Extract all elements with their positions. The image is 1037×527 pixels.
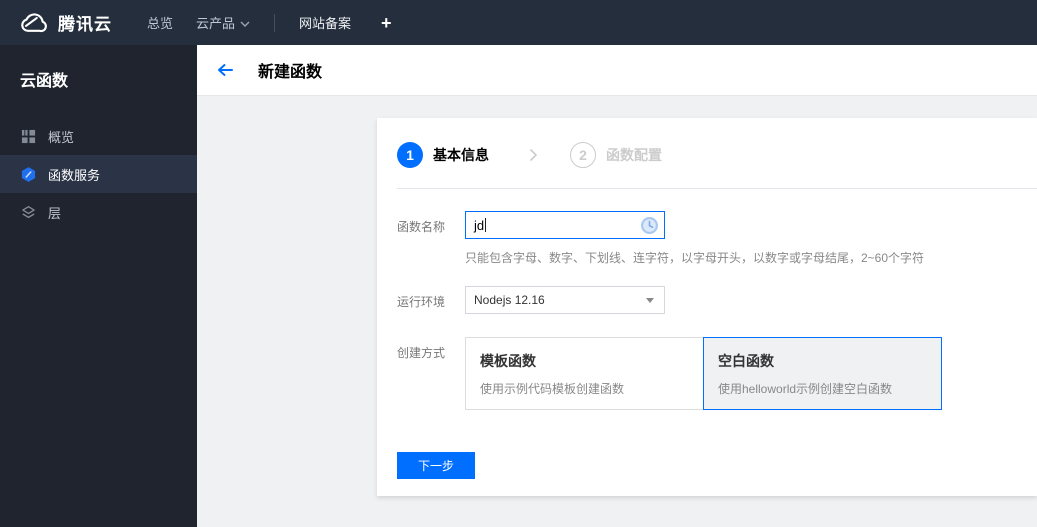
nav-divider: [274, 13, 276, 32]
sidebar: 云函数 概览 函数服务 层: [0, 45, 197, 527]
runtime-selected-value: Nodejs 12.16: [474, 293, 545, 307]
arrow-left-icon: [216, 63, 234, 77]
sidebar-item-label: 概览: [48, 129, 75, 145]
next-step-button[interactable]: 下一步: [397, 452, 475, 479]
select-caret-icon: [646, 297, 654, 303]
tencent-cloud-logo[interactable]: 腾讯云: [0, 10, 112, 35]
step-indicator: 1 基本信息 2 函数配置: [397, 142, 1017, 168]
card-title: 模板函数: [480, 353, 536, 369]
step-1-label: 基本信息: [433, 147, 489, 163]
card-description: 使用示例代码模板创建函数: [480, 382, 625, 396]
runtime-label: 运行环境: [397, 295, 446, 309]
nav-icp-filing[interactable]: 网站备案: [299, 13, 351, 32]
topbar: 腾讯云 总览 云产品 网站备案 +: [0, 0, 1037, 45]
creation-method-label: 创建方式: [397, 346, 446, 360]
chevron-down-icon: [240, 15, 250, 30]
sidebar-item-function-service[interactable]: 函数服务: [0, 155, 197, 193]
function-service-icon: [20, 166, 37, 183]
card-description: 使用helloworld示例创建空白函数: [718, 382, 893, 396]
cloud-logo-icon: [17, 11, 50, 35]
function-name-input[interactable]: jd: [465, 211, 665, 239]
clock-history-icon[interactable]: [640, 216, 659, 240]
overview-grid-icon: [20, 128, 37, 145]
sidebar-item-label: 函数服务: [48, 167, 101, 183]
runtime-select[interactable]: Nodejs 12.16: [465, 286, 665, 314]
blank-function-card[interactable]: 空白函数 使用helloworld示例创建空白函数: [703, 337, 942, 410]
top-navigation: 总览 云产品 网站备案 +: [147, 13, 392, 32]
runtime-row: 运行环境 Nodejs 12.16: [397, 286, 1017, 314]
function-name-row: 函数名称 jd 只能包含字母、数字、下划线、连字符，以字母开头，以数字或字母结尾…: [397, 211, 1017, 266]
layers-icon: [20, 204, 37, 221]
page-header: 新建函数: [197, 45, 1037, 96]
template-function-card[interactable]: 模板函数 使用示例代码模板创建函数: [465, 337, 704, 410]
function-name-field-group: jd 只能包含字母、数字、下划线、连字符，以字母开头，以数字或字母结尾，2~60…: [465, 211, 924, 266]
function-name-label: 函数名称: [397, 220, 446, 234]
sidebar-item-label: 层: [48, 205, 62, 221]
step-separator-icon: [529, 148, 538, 162]
create-function-form: 函数名称 jd 只能包含字母、数字、下划线、连字符，以字母开头，以数字或字母结尾…: [397, 211, 1017, 479]
step-2-circle: 2: [570, 142, 596, 168]
back-button[interactable]: [216, 63, 234, 77]
create-function-panel: 1 基本信息 2 函数配置 函数名称 jd 只能包含字母、数字、下划线、连字符，…: [377, 118, 1037, 496]
step-1-circle: 1: [397, 142, 423, 168]
sidebar-product-title: 云函数: [20, 73, 69, 90]
function-name-value: jd: [474, 217, 485, 233]
add-tab-button[interactable]: +: [381, 14, 392, 32]
creation-method-row: 创建方式 模板函数 使用示例代码模板创建函数 空白函数 使用helloworld…: [397, 337, 1017, 410]
card-title: 空白函数: [718, 353, 774, 369]
brand-name: 腾讯云: [58, 15, 112, 34]
nav-overview[interactable]: 总览: [147, 13, 173, 32]
sidebar-menu: 概览 函数服务 层: [0, 117, 197, 231]
panel-divider: [397, 188, 1037, 189]
page-title: 新建函数: [258, 64, 323, 81]
nav-cloud-products[interactable]: 云产品: [196, 13, 250, 32]
text-cursor: [485, 218, 487, 232]
sidebar-item-layers[interactable]: 层: [0, 193, 197, 231]
sidebar-item-overview[interactable]: 概览: [0, 117, 197, 155]
step-2-label: 函数配置: [606, 147, 662, 163]
content-area: 1 基本信息 2 函数配置 函数名称 jd 只能包含字母、数字、下划线、连字符，…: [197, 96, 1037, 527]
function-name-help: 只能包含字母、数字、下划线、连字符，以字母开头，以数字或字母结尾，2~60个字符: [465, 251, 925, 265]
creation-method-cards: 模板函数 使用示例代码模板创建函数 空白函数 使用helloworld示例创建空…: [465, 337, 942, 410]
